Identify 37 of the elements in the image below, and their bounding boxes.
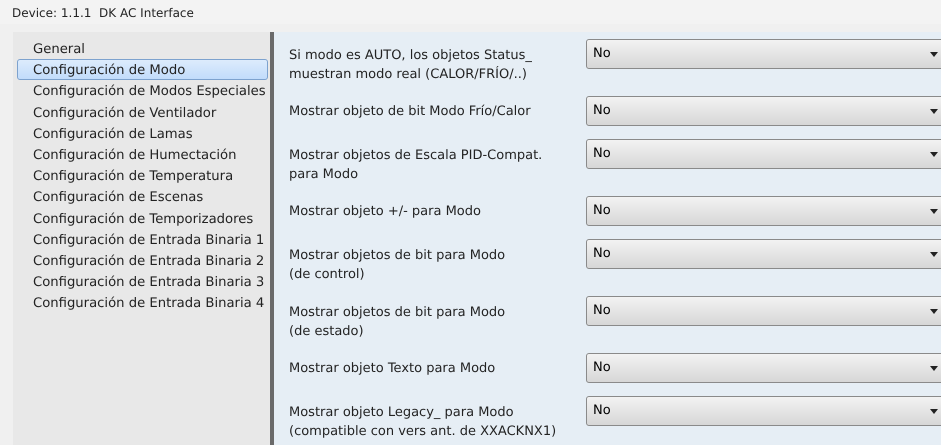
sidebar-item[interactable]: Configuración de Lamas bbox=[17, 122, 268, 144]
parameter-label: Si modo es AUTO, los objetos Status_ muestran modo real (CALOR/FRÍO/..) bbox=[289, 47, 533, 84]
sidebar-item[interactable]: Configuración de Escenas bbox=[17, 186, 268, 208]
dropdown[interactable]: No bbox=[586, 296, 941, 326]
caret-icon bbox=[930, 109, 938, 114]
parameter-label: Mostrar objetos de bit para Modo (de estado) bbox=[289, 304, 506, 341]
caret-icon bbox=[930, 209, 938, 214]
sidebar-item[interactable]: Configuración de Modos Especiales bbox=[17, 80, 268, 102]
sidebar-item[interactable]: Configuración de Ventilador bbox=[17, 102, 268, 123]
sidebar-item[interactable]: Configuración de Entrada Binaria 3 bbox=[17, 271, 268, 292]
caret-icon bbox=[930, 152, 938, 157]
parameter-label: Mostrar objetos de bit para Modo (de control) bbox=[289, 247, 506, 284]
parameter-label: Mostrar objeto Legacy_ para Modo (compatible con vers ant. de XXACKNX1) bbox=[289, 404, 558, 441]
parameter-label: Mostrar objeto +/- para Modo bbox=[289, 203, 482, 221]
dropdown[interactable]: No bbox=[586, 353, 941, 383]
dropdown[interactable]: No bbox=[586, 96, 941, 126]
parameter-label: Mostrar objeto Texto para Modo bbox=[289, 360, 496, 378]
sidebar-item[interactable]: Configuración de Entrada Binaria 2 bbox=[17, 250, 268, 272]
sidebar-item[interactable]: Configuración de Humectación bbox=[17, 144, 268, 166]
dropdown[interactable]: No bbox=[586, 396, 941, 426]
sidebar-item[interactable]: Configuración de Entrada Binaria 1 bbox=[17, 228, 268, 250]
dropdown[interactable]: No bbox=[586, 196, 941, 226]
sidebar-item[interactable]: Configuración de Modo bbox=[17, 59, 268, 80]
dropdown[interactable]: No bbox=[586, 239, 941, 269]
caret-icon bbox=[930, 52, 938, 57]
caret-icon bbox=[930, 366, 938, 371]
caret-icon bbox=[930, 252, 938, 257]
caret-icon bbox=[930, 309, 938, 314]
dropdown[interactable]: No bbox=[586, 139, 941, 169]
caret-icon bbox=[930, 409, 938, 414]
sidebar-item[interactable]: Configuración de Temporizadores bbox=[17, 208, 268, 229]
sidebar-item[interactable]: Configuración de Entrada Binaria 4 bbox=[17, 292, 268, 314]
parameter-label: Mostrar objeto de bit Modo Frío/Calor bbox=[289, 103, 532, 121]
dropdown[interactable]: No bbox=[586, 39, 941, 69]
sidebar-item[interactable]: General bbox=[17, 38, 268, 60]
sidebar-item[interactable]: Configuración de Temperatura bbox=[17, 165, 268, 186]
parameter-label: Mostrar objetos de Escala PID-Compat. para Modo bbox=[289, 147, 544, 184]
